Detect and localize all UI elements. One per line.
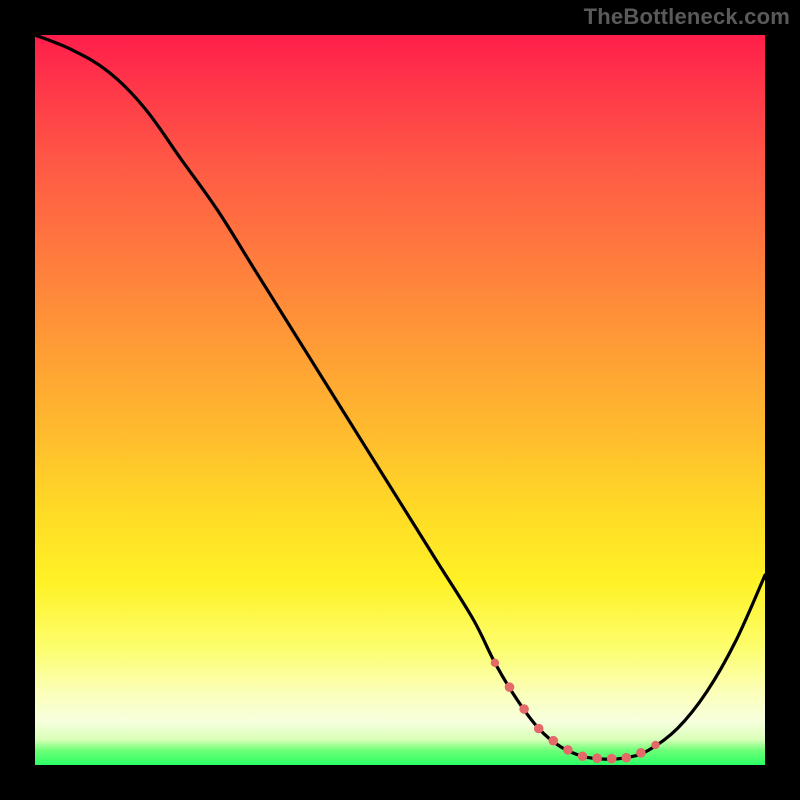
- valley-dot: [505, 682, 515, 692]
- valley-dot: [534, 724, 544, 734]
- valley-dot: [519, 704, 529, 714]
- valley-dot: [636, 748, 646, 758]
- valley-dot: [607, 754, 617, 764]
- valley-dot: [578, 751, 588, 761]
- valley-dot: [563, 745, 573, 755]
- valley-dot: [622, 753, 632, 763]
- valley-dot: [491, 659, 499, 667]
- chart-frame: TheBottleneck.com: [0, 0, 800, 800]
- watermark-text: TheBottleneck.com: [584, 4, 790, 30]
- valley-dot-group: [491, 659, 660, 764]
- plot-gradient-background: [35, 35, 765, 765]
- valley-dot: [592, 753, 602, 763]
- valley-dot: [651, 741, 659, 749]
- bottleneck-curve-line: [35, 35, 765, 759]
- bottleneck-curve-svg: [35, 35, 765, 765]
- valley-dot: [549, 736, 559, 746]
